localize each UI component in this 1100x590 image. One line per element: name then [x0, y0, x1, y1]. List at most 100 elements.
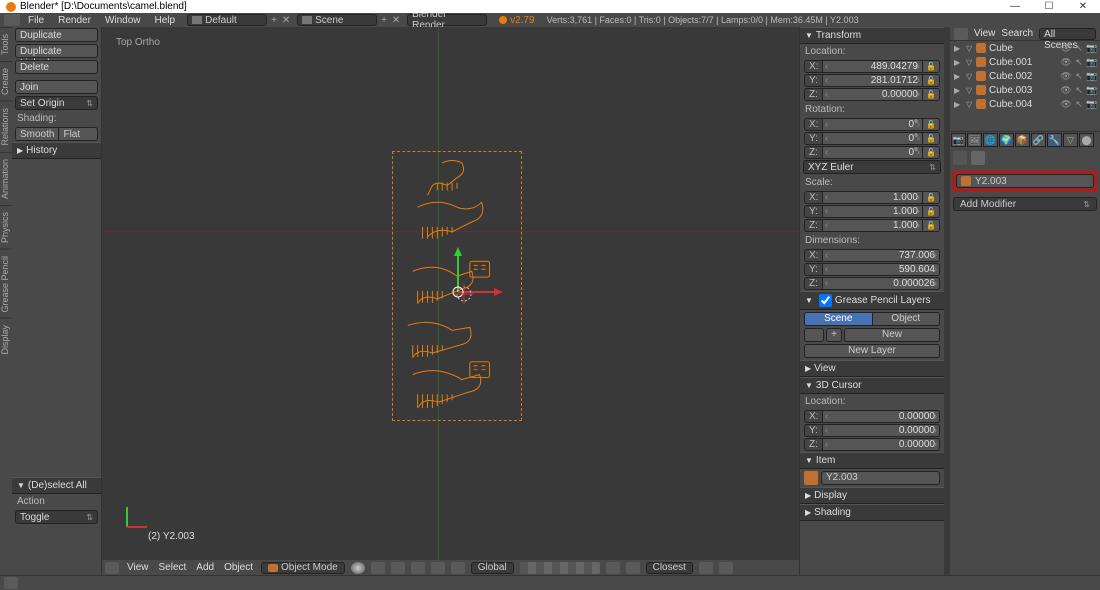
gp-new-button[interactable]: New	[844, 328, 940, 342]
dim-z-field[interactable]: 0.000026	[822, 277, 940, 290]
gp-scene-tab[interactable]: Scene	[804, 312, 872, 326]
window-maximize[interactable]: ☐	[1032, 0, 1066, 13]
rotation-mode-dropdown[interactable]: XYZ Euler	[803, 160, 941, 174]
menu-file[interactable]: File	[22, 15, 50, 26]
cursor-icon[interactable]: ↖	[1073, 98, 1085, 110]
outliner-menu-view[interactable]: View	[974, 28, 996, 39]
outliner-menu-search[interactable]: Search	[1001, 28, 1033, 39]
loc-y-field[interactable]: 281.01712	[822, 74, 922, 87]
pivot-icon[interactable]	[371, 562, 385, 574]
cursor-y-field[interactable]: 0.00000	[822, 424, 940, 437]
cursor-z-field[interactable]: 0.00000	[822, 438, 940, 451]
scale-z-field[interactable]: 1.000	[822, 219, 922, 232]
tab-animation[interactable]: Animation	[0, 152, 12, 205]
gp-add-icon[interactable]: +	[826, 328, 842, 342]
3d-cursor-panel-header[interactable]: ▼3D Cursor	[800, 377, 944, 394]
scene-del-icon[interactable]: ✕	[391, 15, 401, 26]
scale-y-field[interactable]: 1.000	[822, 205, 922, 218]
menu-render[interactable]: Render	[52, 15, 97, 26]
lock-icon[interactable]: 🔓	[922, 60, 940, 73]
grease-pencil-panel-header[interactable]: ▼ Grease Pencil Layers	[800, 291, 944, 310]
action-toggle-dropdown[interactable]: Toggle	[15, 510, 98, 524]
layout-add-icon[interactable]: +	[269, 15, 279, 26]
delete-button[interactable]: Delete	[15, 60, 98, 74]
eye-icon[interactable]: 👁	[1060, 70, 1072, 82]
scale-x-field[interactable]: 1.000	[822, 191, 922, 204]
shade-smooth-button[interactable]: Smooth	[15, 127, 58, 141]
cursor-icon[interactable]: ↖	[1073, 70, 1085, 82]
orientation-dropdown[interactable]: Global	[471, 562, 514, 574]
mode-dropdown[interactable]: Object Mode	[261, 562, 345, 574]
item-name-field[interactable]: Y2.003	[821, 471, 940, 485]
lock-icon[interactable]: 🔓	[922, 146, 940, 159]
layers-icon[interactable]	[520, 562, 600, 574]
shading-panel-header[interactable]: ▶Shading	[800, 504, 944, 521]
cursor-icon[interactable]: ↖	[1073, 84, 1085, 96]
render-engine-dropdown[interactable]: Blender Render	[407, 14, 487, 26]
tab-display[interactable]: Display	[0, 318, 12, 361]
set-origin-dropdown[interactable]: Set Origin	[15, 96, 98, 110]
editor-type-icon[interactable]	[105, 562, 119, 574]
lock-icon[interactable]: 🔓	[922, 191, 940, 204]
lock-icon[interactable]: 🔓	[922, 132, 940, 145]
shade-flat-button[interactable]: Flat	[58, 127, 98, 141]
lock-icon[interactable]: 🔓	[922, 74, 940, 87]
gp-object-tab[interactable]: Object	[872, 312, 941, 326]
cursor-icon[interactable]: ↖	[1073, 56, 1085, 68]
dim-y-field[interactable]: 590.604	[822, 263, 940, 276]
lock-icon[interactable]: 🔓	[922, 219, 940, 232]
eye-icon[interactable]: 👁	[1060, 56, 1072, 68]
tab-physics[interactable]: Physics	[0, 205, 12, 249]
camera-icon[interactable]: 📷	[1086, 84, 1098, 96]
item-panel-header[interactable]: ▼Item	[800, 452, 944, 469]
eye-icon[interactable]: 👁	[1060, 42, 1072, 54]
rot-x-field[interactable]: 0°	[822, 118, 922, 131]
vp-menu-view[interactable]: View	[125, 562, 151, 573]
dim-x-field[interactable]: 737.006	[822, 249, 940, 262]
manipulator-translate-icon[interactable]	[411, 562, 425, 574]
gp-brush-icon[interactable]	[804, 328, 824, 342]
outliner-scope-dropdown[interactable]: All Scenes	[1039, 28, 1096, 40]
menu-help[interactable]: Help	[149, 15, 182, 26]
transform-panel-header[interactable]: ▼Transform	[800, 27, 944, 44]
transform-manipulator[interactable]	[458, 282, 518, 345]
view-panel-header[interactable]: ▶View	[800, 360, 944, 377]
camera-icon[interactable]: 📷	[1086, 42, 1098, 54]
render-preview-icon[interactable]	[699, 562, 713, 574]
tab-create[interactable]: Create	[0, 61, 12, 101]
camera-icon[interactable]: 📷	[1086, 70, 1098, 82]
prop-tab-render[interactable]: 📷	[951, 133, 966, 147]
object-name-field[interactable]: Y2.003	[975, 176, 1007, 187]
rot-y-field[interactable]: 0°	[822, 132, 922, 145]
prop-tab-render-layers[interactable]: 🖼	[967, 133, 982, 147]
operator-panel-header[interactable]: ▼(De)select All	[12, 477, 101, 494]
editor-type-icon[interactable]	[4, 577, 18, 589]
duplicate-button[interactable]: Duplicate	[15, 28, 98, 42]
screen-layout-dropdown[interactable]: Default	[187, 14, 267, 26]
menu-window[interactable]: Window	[99, 15, 147, 26]
loc-x-field[interactable]: 489.04279	[822, 60, 922, 73]
gp-new-layer-button[interactable]: New Layer	[804, 344, 940, 358]
display-panel-header[interactable]: ▶Display	[800, 487, 944, 504]
scene-dropdown[interactable]: Scene	[297, 14, 377, 26]
lock-icon[interactable]: 🔓	[922, 118, 940, 131]
rot-z-field[interactable]: 0°	[822, 146, 922, 159]
gp-enable-checkbox[interactable]	[819, 294, 832, 307]
cursor-icon[interactable]: ↖	[1073, 42, 1085, 54]
manipulator-rotate-icon[interactable]	[431, 562, 445, 574]
cursor-x-field[interactable]: 0.00000	[822, 410, 940, 423]
pin-icon[interactable]	[953, 151, 967, 165]
vp-menu-add[interactable]: Add	[194, 562, 216, 573]
lock-icon[interactable]: 🔓	[922, 205, 940, 218]
snap-toggle-icon[interactable]	[626, 562, 640, 574]
manipulator-toggle-icon[interactable]	[391, 562, 405, 574]
prop-tab-material[interactable]: ⬤	[1079, 133, 1094, 147]
eye-icon[interactable]: 👁	[1060, 84, 1072, 96]
snap-element-dropdown[interactable]: Closest	[646, 562, 693, 574]
editor-type-icon[interactable]	[954, 28, 968, 40]
lock-camera-icon[interactable]	[606, 562, 620, 574]
editor-type-icon[interactable]	[4, 14, 20, 26]
outliner-tree[interactable]: ▶▽Cube👁↖📷 ▶▽Cube.001👁↖📷 ▶▽Cube.002👁↖📷 ▶▽…	[950, 41, 1100, 131]
prop-tab-object[interactable]: 📦	[1015, 133, 1030, 147]
manipulator-scale-icon[interactable]	[451, 562, 465, 574]
